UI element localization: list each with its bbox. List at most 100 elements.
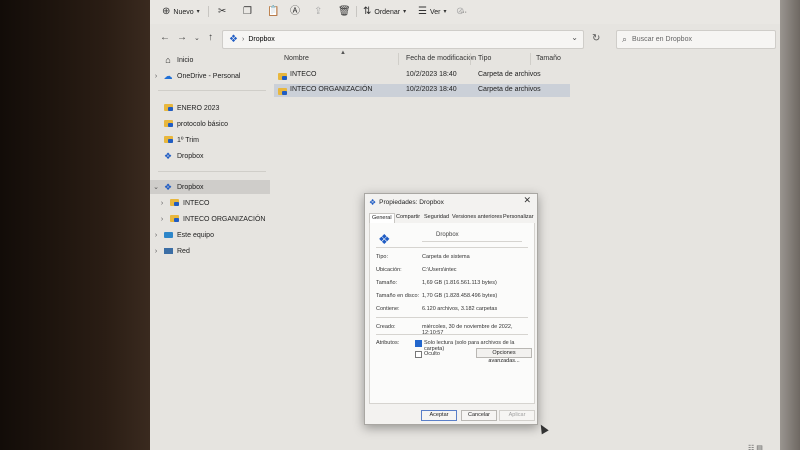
column-header-type[interactable]: Tipo [478,55,491,62]
more-button[interactable]: ··· [460,4,467,20]
table-row[interactable]: INTECO ORGANIZACIÓN 10/2/2023 18:40 Carp… [274,84,570,97]
chevron-down-icon[interactable]: ⌄ [150,183,162,191]
delete-button[interactable]: 🗑 [338,4,351,20]
forward-arrow-icon[interactable]: → [177,32,187,43]
share-icon: ⇪ [314,6,323,17]
nav-item-inicio[interactable]: ⌂ Inicio [150,53,270,67]
search-box[interactable]: ⌕ Buscar en Dropbox [616,30,776,49]
divider [376,334,528,335]
nav-item-dropbox-quick[interactable]: ❖ Dropbox [150,149,270,163]
column-divider [470,53,471,65]
tab-compartir[interactable]: Compartir [394,213,422,223]
dropbox-folder-icon [169,215,179,222]
address-bar[interactable]: ❖ › Dropbox ⌄ [222,30,584,49]
up-arrow-icon[interactable]: ↑ [208,32,213,43]
refresh-icon[interactable]: ↻ [592,33,600,44]
network-icon [163,248,173,254]
dropbox-icon: ❖ [229,34,238,45]
chevron-right-icon[interactable]: › [150,73,162,80]
sort-ascending-icon: ▲ [340,50,346,56]
chevron-down-icon[interactable]: ⌄ [571,33,578,42]
view-toggle-icons[interactable]: ☷ ▤ [748,444,763,450]
share-button[interactable]: ⇪ [314,4,322,20]
nav-item-label: ENERO 2023 [177,104,220,112]
monitor-bezel-left [0,0,150,450]
breadcrumb-dropbox[interactable]: Dropbox [248,36,274,43]
prop-label-location: Ubicación: [376,267,402,273]
copy-button[interactable]: ❐ [243,4,252,20]
nav-item-este-equipo[interactable]: › Este equipo [150,228,270,242]
dropbox-icon: ❖ [369,197,377,207]
sort-button[interactable]: ⇅ Ordenar ▾ [363,4,406,20]
advanced-options-button[interactable]: Opciones avanzadas... [476,348,532,364]
dropbox-folder-icon [169,199,179,206]
nav-item-inteco-organizacion[interactable]: › INTECO ORGANIZACIÓN [150,212,276,226]
row-name: INTECO ORGANIZACIÓN [290,86,373,93]
dialog-title-bar: ❖ Propiedades: Dropbox [369,197,444,207]
nav-divider [158,90,266,91]
prop-value-type: Carpeta de sistema [422,254,470,260]
table-row[interactable]: INTECO 10/2/2023 18:40 Carpeta de archiv… [274,69,570,82]
nav-item-label: Red [177,247,190,255]
column-header-size[interactable]: Tamaño [536,55,561,62]
chevron-right-icon[interactable]: › [156,216,168,223]
recent-chevron-icon[interactable]: ⌄ [194,34,200,42]
paste-button[interactable]: 📋 [267,4,279,20]
toolbar-divider [208,6,209,17]
nav-item-enero-2023[interactable]: ENERO 2023 [150,101,270,115]
close-icon[interactable]: ✕ [523,195,531,206]
dropbox-folder-icon [163,136,173,143]
chevron-right-icon[interactable]: › [156,200,168,207]
tab-versiones[interactable]: Versiones anteriores [450,213,504,223]
rename-icon: Ⓐ [290,6,300,17]
chevron-down-icon: ▾ [443,9,447,15]
tab-personalizar[interactable]: Personalizar [501,213,536,223]
back-arrow-icon[interactable]: ← [160,32,170,43]
cancel-button[interactable]: Cancelar [461,410,497,421]
prop-label-contains: Contiene: [376,306,400,312]
search-icon: ⌕ [622,34,628,44]
nav-item-red[interactable]: › Red [150,244,270,258]
nav-item-label: INTECO ORGANIZACIÓN [183,215,266,223]
nav-item-onedrive[interactable]: › ☁ OneDrive - Personal [150,69,270,83]
chevron-down-icon: ▾ [196,9,200,15]
monitor-bezel-right [780,0,800,450]
column-divider [398,53,399,65]
chevron-right-icon[interactable]: › [150,232,162,239]
navigation-pane: ⌂ Inicio › ☁ OneDrive - Personal ENERO 2… [150,50,270,450]
column-header-date[interactable]: Fecha de modificación [406,55,476,62]
nav-item-inteco[interactable]: › INTECO [150,196,276,210]
ok-button[interactable]: Aceptar [421,410,457,421]
explorer-window: ⊕ Nuevo ▾ ✂ ❐ 📋 Ⓐ ⇪ 🗑 ⇅ Ordenar ▾ ☰ Ver … [150,0,780,450]
nav-item-label: protocolo básico [177,120,228,128]
column-header-name[interactable]: Nombre [284,55,309,62]
address-row: ← → ⌄ ↑ ❖ › Dropbox ⌄ ↻ ⌕ Buscar en Drop… [150,28,780,50]
prop-value-size-on-disk: 1,70 GB (1.828.458.496 bytes) [422,293,498,299]
readonly-checkbox[interactable] [415,340,422,347]
folder-name-field[interactable]: Dropbox [422,232,522,242]
chevron-right-icon[interactable]: › [150,248,162,255]
prop-label-size: Tamaño: [376,280,398,286]
folder-name-value: Dropbox [436,232,459,238]
dialog-title: Propiedades: Dropbox [379,198,444,206]
scissors-icon: ✂ [218,6,227,17]
apply-button[interactable]: Aplicar [499,410,535,421]
trash-icon: 🗑 [338,6,351,17]
hidden-label: Oculto [424,351,440,357]
view-label: Ver [429,8,441,16]
tab-seguridad[interactable]: Seguridad [422,213,451,223]
nav-item-dropbox[interactable]: ⌄ ❖ Dropbox [150,180,270,194]
search-placeholder: Buscar en Dropbox [632,36,692,43]
nav-item-1-trim[interactable]: 1º Trim [150,133,270,147]
view-button[interactable]: ☰ Ver ▾ [418,4,447,20]
hidden-checkbox[interactable] [415,351,422,358]
cut-button[interactable]: ✂ [218,4,226,20]
new-button[interactable]: ⊕ Nuevo ▾ [162,4,200,20]
general-panel: ❖ Dropbox Tipo: Carpeta de sistema Ubica… [369,223,535,404]
command-bar: ⊕ Nuevo ▾ ✂ ❐ 📋 Ⓐ ⇪ 🗑 ⇅ Ordenar ▾ ☰ Ver … [150,0,780,24]
nav-item-protocolo[interactable]: protocolo básico [150,117,270,131]
prop-value-size: 1,69 GB (1.816.561.113 bytes) [422,280,497,286]
rename-button[interactable]: Ⓐ [290,4,300,20]
column-divider [530,53,531,65]
tab-general[interactable]: General [369,213,395,223]
